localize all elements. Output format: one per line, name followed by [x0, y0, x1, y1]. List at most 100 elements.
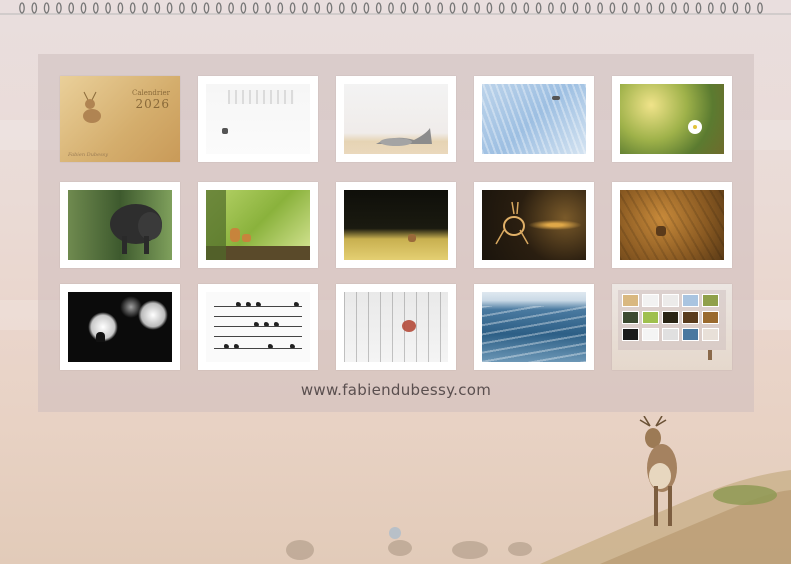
spiral-ring [572, 2, 579, 14]
spiral-ring [474, 2, 480, 14]
spiral-ring [744, 2, 751, 14]
deer-icon [656, 226, 666, 236]
fox-cubs-thumb[interactable] [198, 182, 318, 268]
spiral-ring [511, 2, 517, 14]
back-cover-thumb[interactable] [612, 284, 732, 370]
spiral-ring [720, 2, 726, 14]
spiral-ring [314, 2, 321, 14]
cover-title: Calendrier 2026 [132, 89, 170, 111]
spiral-ring [203, 2, 210, 14]
mini-thumb [642, 328, 659, 341]
spiral-ring [302, 2, 308, 14]
thumb-image [482, 292, 586, 362]
spiral-ring [707, 2, 714, 14]
bird-icon [294, 302, 299, 306]
spiral-ring [609, 2, 616, 14]
fox-icon [242, 234, 251, 242]
spiral-ring [68, 2, 75, 14]
spiral-ring [621, 2, 628, 14]
spiral-ring [154, 2, 161, 14]
bird-icon [224, 344, 229, 348]
bird-icon [236, 302, 241, 306]
spiral-ring [215, 2, 222, 14]
dark-meadow-thumb[interactable] [336, 182, 456, 268]
spiral-ring [425, 2, 431, 14]
mini-thumb [662, 294, 679, 307]
spiral-ring [326, 2, 333, 14]
spiral-ring [437, 2, 444, 14]
deer-icon [708, 350, 712, 360]
spiral-ring [363, 2, 370, 14]
mini-thumb [642, 311, 659, 324]
bird-icon [268, 344, 273, 348]
thumb-image [482, 84, 586, 154]
snowy-forest-thumb[interactable] [336, 284, 456, 370]
mini-thumb [702, 311, 719, 324]
mini-thumb [682, 328, 699, 341]
running-hare-thumb[interactable] [474, 182, 594, 268]
seal-icon [376, 128, 432, 146]
deer-illustration [639, 416, 677, 526]
thumb-image [68, 292, 172, 362]
fox-icon [230, 228, 240, 242]
thumb-image [344, 292, 448, 362]
spiral-ring [449, 2, 456, 14]
wild-boar-thumb[interactable] [60, 182, 180, 268]
ocean-waves-thumb[interactable] [474, 284, 594, 370]
spiral-ring [498, 2, 505, 14]
mini-thumbnail-grid [622, 294, 722, 346]
spiral-ring [19, 2, 25, 14]
spiral-ring [757, 2, 763, 14]
daisy-thumb[interactable] [612, 76, 732, 162]
thumb-image [344, 84, 448, 154]
spiral-ring [400, 2, 407, 14]
boar-icon [110, 204, 162, 254]
thumb-image [68, 190, 172, 260]
spiral-ring [43, 2, 50, 14]
spiral-ring [166, 2, 173, 14]
spiral-ring [351, 2, 357, 14]
snow-hare-thumb[interactable] [198, 76, 318, 162]
spiral-ring [129, 2, 136, 14]
seal-thumb[interactable] [336, 76, 456, 162]
spiral-ring [548, 2, 554, 14]
bird-icon [96, 332, 105, 342]
spiral-ring [142, 2, 148, 14]
spiral-ring [683, 2, 690, 14]
spiral-ring [117, 2, 124, 14]
spiral-ring [597, 2, 603, 14]
forest-deer-thumb[interactable] [612, 182, 732, 268]
page-indicator-dot[interactable] [389, 527, 401, 539]
thumb-image [206, 292, 310, 362]
spiral-ring [228, 2, 234, 14]
spiral-ring [375, 2, 382, 14]
spiral-ring [634, 2, 640, 14]
spiral-ring [523, 2, 530, 14]
spiral-ring [412, 2, 419, 14]
cover-signature: Fabien Dubessy [68, 152, 109, 158]
spiral-ring [338, 2, 345, 14]
thumb-image [620, 84, 724, 154]
spiral-ring [105, 2, 111, 14]
cover-deer-thumb[interactable]: Calendrier 2026 Fabien Dubessy [60, 76, 180, 162]
mini-thumb [622, 294, 639, 307]
mini-thumb [642, 294, 659, 307]
mini-thumb [662, 311, 679, 324]
spiral-binding [0, 2, 791, 15]
website-link[interactable]: www.fabiendubessy.com [38, 381, 754, 399]
hare-icon [222, 128, 228, 134]
spiral-ring [191, 2, 198, 14]
mini-thumb [702, 294, 719, 307]
bird-silhouette-thumb[interactable] [60, 284, 180, 370]
mini-thumb [662, 328, 679, 341]
spiral-ring [80, 2, 87, 14]
frost-grass-thumb[interactable] [474, 76, 594, 162]
birds-on-wires-thumb[interactable] [198, 284, 318, 370]
spiral-ring [179, 2, 185, 14]
spiral-ring [461, 2, 468, 14]
spiral-ring [732, 2, 739, 14]
bird-icon [246, 302, 251, 306]
spiral-ring [560, 2, 567, 14]
spiral-ring [486, 2, 493, 14]
mini-thumb [622, 311, 639, 324]
